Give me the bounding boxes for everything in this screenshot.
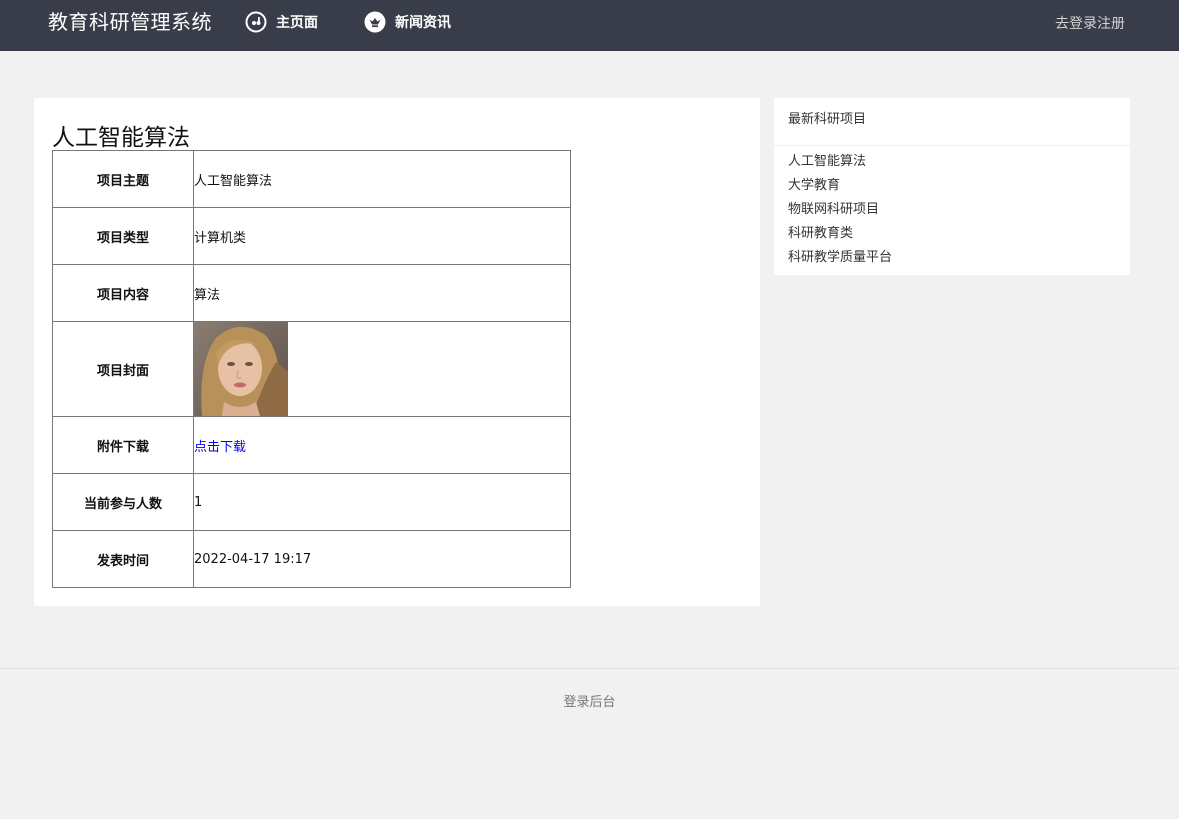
footer: 登录后台 [0, 691, 1179, 710]
list-item[interactable]: 物联网科研项目 [788, 200, 1116, 224]
table-row: 项目内容 算法 [52, 264, 571, 322]
row-value: 点击下载 [193, 416, 571, 474]
list-item[interactable]: 人工智能算法 [788, 152, 1116, 176]
site-brand[interactable]: 教育科研管理系统 [48, 6, 212, 35]
list-item[interactable]: 科研教育类 [788, 224, 1116, 248]
row-value [193, 321, 571, 417]
crown-icon [364, 11, 386, 33]
row-key: 项目内容 [52, 264, 194, 322]
row-value: 计算机类 [193, 207, 571, 265]
table-row: 当前参与人数 1 [52, 473, 571, 531]
row-key: 当前参与人数 [52, 473, 194, 531]
row-key: 项目类型 [52, 207, 194, 265]
row-key: 项目主题 [52, 150, 194, 208]
table-row: 项目主题 人工智能算法 [52, 150, 571, 208]
top-nav-bar: 教育科研管理系统 主页面 新闻资讯 去登录注册 [0, 0, 1179, 51]
row-value: 1 [193, 473, 571, 531]
nav-home-label: 主页面 [276, 15, 318, 31]
home-icon [245, 11, 267, 33]
admin-login-link[interactable]: 登录后台 [563, 695, 615, 710]
row-key: 发表时间 [52, 530, 194, 588]
download-link[interactable]: 点击下载 [194, 440, 246, 455]
row-key: 项目封面 [52, 321, 194, 417]
row-value: 算法 [193, 264, 571, 322]
table-row: 项目类型 计算机类 [52, 207, 571, 265]
page-title: 人工智能算法 [52, 125, 190, 151]
latest-projects-panel: 最新科研项目 人工智能算法 大学教育 物联网科研项目 科研教育类 科研教学质量平… [774, 98, 1130, 275]
project-detail-table: 项目主题 人工智能算法 项目类型 计算机类 项目内容 算法 项目封面 附件下载 … [52, 150, 571, 588]
project-detail-card: 人工智能算法 项目主题 人工智能算法 项目类型 计算机类 项目内容 算法 项目封… [34, 98, 760, 606]
row-value: 人工智能算法 [193, 150, 571, 208]
nav-home[interactable]: 主页面 [245, 11, 318, 33]
login-register-link[interactable]: 去登录注册 [1055, 13, 1125, 33]
table-row: 项目封面 [52, 321, 571, 417]
latest-projects-heading: 最新科研项目 [774, 98, 1130, 146]
nav-news-label: 新闻资讯 [395, 15, 451, 31]
latest-projects-list: 人工智能算法 大学教育 物联网科研项目 科研教育类 科研教学质量平台 [774, 146, 1130, 272]
footer-divider [0, 668, 1179, 669]
nav-news[interactable]: 新闻资讯 [364, 11, 451, 33]
row-value: 2022-04-17 19:17 [193, 530, 571, 588]
table-row: 发表时间 2022-04-17 19:17 [52, 530, 571, 588]
table-row: 附件下载 点击下载 [52, 416, 571, 474]
list-item[interactable]: 大学教育 [788, 176, 1116, 200]
project-cover-image [194, 322, 288, 416]
row-key: 附件下载 [52, 416, 194, 474]
list-item[interactable]: 科研教学质量平台 [788, 248, 1116, 272]
